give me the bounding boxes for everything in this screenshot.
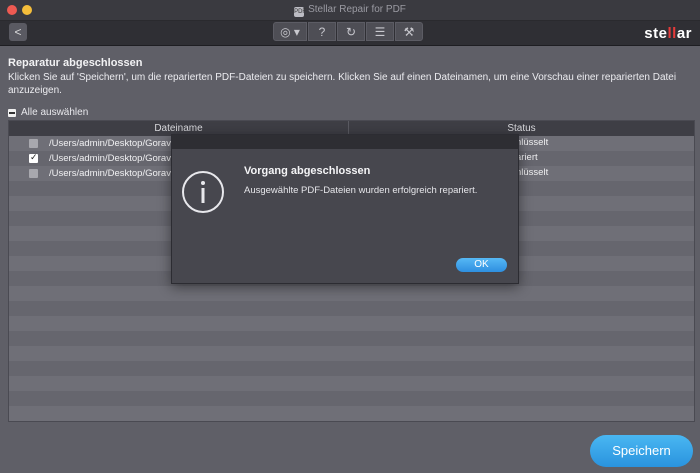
select-all-label: Alle auswählen bbox=[21, 107, 89, 118]
row-checkbox[interactable] bbox=[29, 152, 38, 163]
dialog-message: Ausgewählte PDF-Dateien wurden erfolgrei… bbox=[244, 185, 478, 196]
brand-text-1: ste bbox=[644, 25, 668, 42]
column-header-status[interactable]: Status bbox=[349, 123, 694, 134]
brand-logo: stellar bbox=[644, 25, 692, 42]
brand-text-3: ar bbox=[676, 25, 692, 42]
completion-dialog: Vorgang abgeschlossen Ausgewählte PDF-Da… bbox=[171, 134, 519, 284]
partial-check-icon[interactable] bbox=[8, 108, 16, 117]
file-status: nlüsselt bbox=[516, 167, 549, 178]
column-header-filename[interactable]: Dateiname bbox=[9, 123, 348, 134]
page-title: Reparatur abgeschlossen bbox=[8, 57, 143, 69]
select-all-checkbox[interactable]: Alle auswählen bbox=[8, 107, 88, 118]
file-path[interactable]: /Users/admin/Desktop/Gorav D bbox=[49, 168, 180, 179]
save-button[interactable]: Speichern bbox=[590, 435, 693, 467]
dialog-title: Vorgang abgeschlossen bbox=[244, 165, 371, 177]
help-button[interactable]: ? bbox=[308, 22, 336, 41]
brand-text-2: ll bbox=[667, 25, 677, 42]
app-logo-icon: PDF bbox=[294, 7, 307, 17]
cart-button[interactable]: ☰ bbox=[366, 22, 394, 41]
window-title: PDF Stellar Repair for PDF bbox=[0, 4, 700, 17]
info-icon bbox=[182, 171, 224, 213]
title-bar: PDF Stellar Repair for PDF bbox=[0, 0, 700, 21]
language-globe-button[interactable]: ◎ ▾ bbox=[273, 22, 307, 41]
page-description: Klicken Sie auf 'Speichern', um die repa… bbox=[8, 72, 677, 96]
back-button[interactable]: < bbox=[9, 23, 27, 41]
activation-key-button[interactable]: ⚒ bbox=[395, 22, 423, 41]
row-checkbox[interactable] bbox=[29, 169, 38, 178]
file-path[interactable]: /Users/admin/Desktop/Gorav D bbox=[49, 138, 180, 149]
row-checkbox[interactable] bbox=[29, 139, 38, 148]
dialog-header-bar bbox=[172, 135, 518, 149]
file-status: nlüsselt bbox=[516, 137, 549, 148]
ok-button[interactable]: OK bbox=[456, 258, 507, 272]
file-status: ariert bbox=[516, 152, 538, 163]
toolbar: < ◎ ▾ ? ↻ ☰ ⚒ stellar bbox=[0, 21, 700, 46]
toolbar-button-group: ◎ ▾ ? ↻ ☰ ⚒ bbox=[273, 22, 424, 42]
refresh-button[interactable]: ↻ bbox=[337, 22, 365, 41]
file-path[interactable]: /Users/admin/Desktop/Gorav D bbox=[49, 153, 180, 164]
window-title-text: Stellar Repair for PDF bbox=[308, 4, 406, 15]
